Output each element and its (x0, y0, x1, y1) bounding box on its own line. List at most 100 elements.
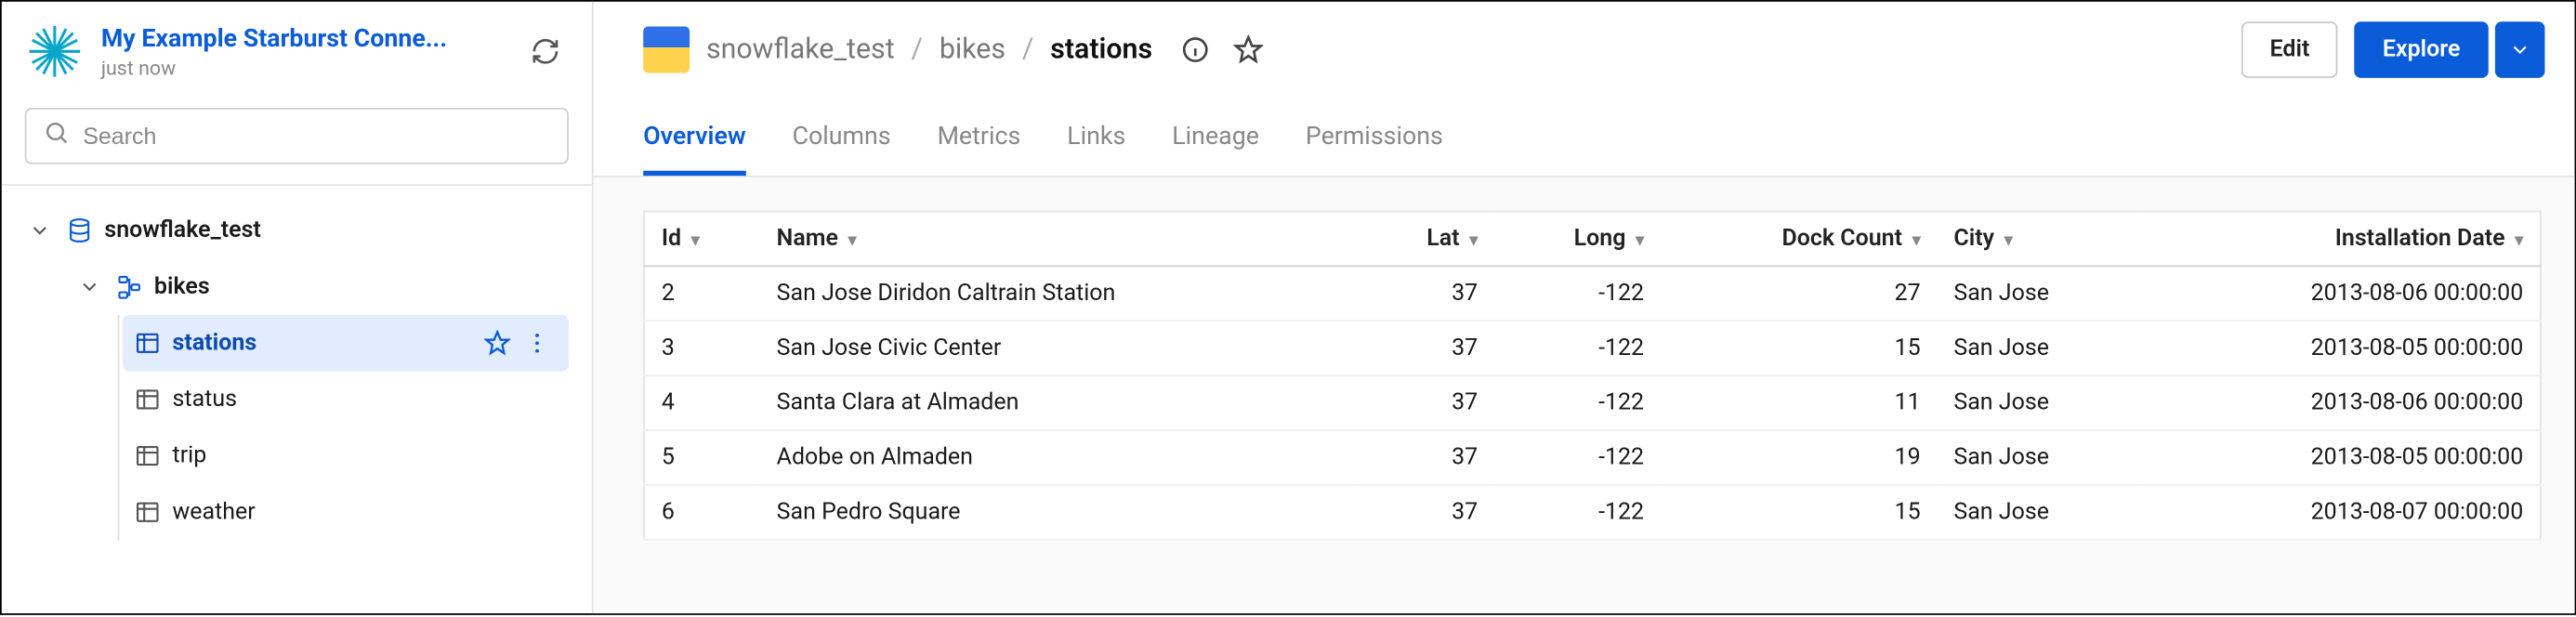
cell-lat: 37 (1359, 375, 1494, 430)
header-bar: snowflake_test / bikes / stations Edit (594, 2, 2575, 91)
cell-long: -122 (1494, 485, 1661, 540)
table-icon (133, 328, 163, 358)
explore-button[interactable]: Explore (2355, 21, 2489, 78)
data-table: Id▾Name▾Lat▾Long▾Dock Count▾City▾Install… (643, 211, 2542, 541)
cell-lat: 37 (1359, 321, 1494, 375)
sort-icon[interactable]: ▾ (1912, 232, 1921, 251)
col-label: Name (777, 226, 838, 253)
cell-dock_count: 19 (1661, 430, 1938, 485)
cell-install: 2013-08-05 00:00:00 (2144, 430, 2541, 485)
col-label: Installation Date (2335, 226, 2505, 253)
col-install[interactable]: Installation Date ▾ (2144, 211, 2541, 266)
crumb-table[interactable]: stations (1050, 33, 1152, 67)
content: Id▾Name▾Lat▾Long▾Dock Count▾City▾Install… (594, 177, 2575, 613)
tab-metrics[interactable]: Metrics (938, 121, 1021, 176)
cell-install: 2013-08-06 00:00:00 (2144, 266, 2541, 321)
schema-icon (114, 272, 144, 302)
chevron-down-icon (25, 216, 55, 245)
table-icon (133, 385, 163, 414)
cell-dock_count: 15 (1661, 321, 1938, 375)
explore-button-group: Explore (2355, 21, 2545, 78)
table-icon (133, 441, 163, 471)
cell-name: Adobe on Almaden (760, 430, 1359, 485)
table-row[interactable]: 2San Jose Diridon Caltrain Station37-122… (644, 266, 2541, 321)
crumb-schema[interactable]: bikes (940, 33, 1005, 67)
table-row[interactable]: 3San Jose Civic Center37-12215San Jose20… (644, 321, 2541, 375)
cell-name: Santa Clara at Almaden (760, 375, 1359, 430)
sort-icon[interactable]: ▾ (1469, 232, 1478, 251)
tree-table-label: trip (173, 442, 553, 469)
crumb-db[interactable]: snowflake_test (706, 33, 895, 67)
tree-table-stations[interactable]: stations (123, 315, 569, 372)
cell-id: 4 (644, 375, 760, 430)
tree-db-label: snowflake_test (104, 217, 575, 244)
explore-dropdown[interactable] (2495, 21, 2545, 78)
tree-table-label: status (173, 387, 553, 414)
col-label: Id (662, 226, 681, 253)
cell-lat: 37 (1359, 266, 1494, 321)
tree-table-status[interactable]: status (123, 372, 569, 428)
crumb-sep: / (911, 33, 923, 67)
star-icon[interactable] (482, 328, 512, 358)
edit-label: Edit (2270, 36, 2310, 63)
col-name[interactable]: Name ▾ (760, 211, 1359, 266)
sort-icon[interactable]: ▾ (2004, 232, 2013, 251)
cell-city: San Jose (1938, 430, 2144, 485)
sidebar: My Example Starburst Conne... just now (2, 2, 594, 613)
star-icon[interactable] (1232, 33, 1266, 67)
tab-columns[interactable]: Columns (793, 121, 891, 176)
tree-table-trip[interactable]: trip (123, 427, 569, 484)
cell-name: San Pedro Square (760, 485, 1359, 540)
tree-table-label: stations (173, 330, 473, 357)
cell-name: San Jose Diridon Caltrain Station (760, 266, 1359, 321)
cell-id: 5 (644, 430, 760, 485)
cell-city: San Jose (1938, 321, 2144, 375)
table-row[interactable]: 6San Pedro Square37-12215San Jose2013-08… (644, 485, 2541, 540)
cell-long: -122 (1494, 266, 1661, 321)
cell-id: 3 (644, 321, 760, 375)
sort-icon[interactable]: ▾ (691, 232, 700, 251)
cell-id: 2 (644, 266, 760, 321)
info-icon[interactable] (1179, 33, 1213, 67)
chevron-down-icon (74, 272, 104, 302)
tab-overview[interactable]: Overview (643, 121, 745, 176)
cell-id: 6 (644, 485, 760, 540)
connection-title-wrap[interactable]: My Example Starburst Conne... just now (101, 23, 506, 80)
tab-permissions[interactable]: Permissions (1306, 121, 1443, 176)
tree-database[interactable]: snowflake_test (15, 203, 592, 259)
search-box[interactable] (25, 108, 569, 164)
tree-schema[interactable]: bikes (15, 258, 592, 315)
tree-table-weather[interactable]: weather (123, 484, 569, 541)
tab-links[interactable]: Links (1067, 121, 1125, 176)
col-long[interactable]: Long ▾ (1494, 211, 1661, 266)
table-row[interactable]: 4Santa Clara at Almaden37-12211San Jose2… (644, 375, 2541, 430)
tree-schema-label: bikes (154, 273, 575, 300)
edit-button[interactable]: Edit (2241, 21, 2337, 78)
col-label: Dock Count (1781, 226, 1902, 253)
cell-long: -122 (1494, 430, 1661, 485)
tabs: Overview Columns Metrics Links Lineage Permis… (594, 91, 2575, 177)
sort-icon[interactable]: ▾ (848, 232, 857, 251)
database-icon (65, 216, 95, 245)
sidebar-header: My Example Starburst Conne... just now (2, 2, 592, 88)
explore-label: Explore (2383, 36, 2461, 63)
main: snowflake_test / bikes / stations Edit (594, 2, 2575, 613)
col-id[interactable]: Id ▾ (644, 211, 760, 266)
table-row[interactable]: 5Adobe on Almaden37-12219San Jose2013-08… (644, 430, 2541, 485)
refresh-button[interactable] (522, 28, 569, 74)
col-label: City (1953, 226, 1994, 253)
search-input[interactable] (83, 123, 550, 150)
col-dock_count[interactable]: Dock Count ▾ (1661, 211, 1938, 266)
col-lat[interactable]: Lat▾ (1359, 211, 1494, 266)
sort-icon[interactable]: ▾ (2515, 232, 2523, 251)
col-city[interactable]: City ▾ (1938, 211, 2144, 266)
connection-updated: just now (101, 57, 506, 80)
sort-icon[interactable]: ▾ (1636, 232, 1644, 251)
cell-dock_count: 27 (1661, 266, 1938, 321)
more-icon[interactable] (522, 328, 552, 358)
search-icon (43, 119, 70, 152)
cell-install: 2013-08-05 00:00:00 (2144, 321, 2541, 375)
tab-lineage[interactable]: Lineage (1172, 121, 1259, 176)
cell-lat: 37 (1359, 485, 1494, 540)
col-label: Long (1574, 226, 1626, 253)
